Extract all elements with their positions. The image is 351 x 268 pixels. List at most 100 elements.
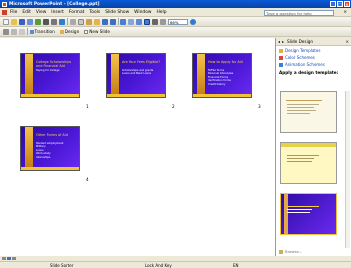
title-bar: Microsoft PowerPoint - [College.ppt] _ □… xyxy=(0,0,351,8)
transition-button[interactable]: Transition xyxy=(29,29,55,34)
menu-window[interactable]: Window xyxy=(134,10,151,15)
help-search-input[interactable]: Type a question for help xyxy=(264,9,334,16)
template-band xyxy=(281,143,336,147)
new-slide-label: New Slide xyxy=(89,29,110,34)
normal-view-icon[interactable] xyxy=(2,256,6,261)
summary-slide-icon[interactable] xyxy=(11,28,17,35)
slide-sorter-pane: College Scholarships and Financial Aid P… xyxy=(0,38,276,256)
slide-title: How to Apply for Aid xyxy=(208,60,243,64)
slide-bullet: Credit history xyxy=(208,82,226,86)
zoom-select[interactable]: 66% xyxy=(168,18,188,25)
slide-thumbnail-3[interactable]: How to Apply for Aid FAFSA forms Persona… xyxy=(192,53,252,98)
grid-icon[interactable] xyxy=(160,18,166,25)
close-button[interactable]: × xyxy=(344,1,350,7)
toolbar-separator xyxy=(117,18,118,25)
animation-schemes-label: Animation Schemes xyxy=(285,62,325,67)
design-template-thumbnail[interactable] xyxy=(280,91,337,133)
slide-thumbnail-2[interactable]: Are Your Fees Eligible? Scholarships and… xyxy=(106,53,166,98)
save-icon[interactable] xyxy=(19,18,25,25)
language-indicator: EN xyxy=(233,263,239,268)
design-template-list xyxy=(279,91,343,248)
menu-edit[interactable]: Edit xyxy=(22,10,31,15)
cut-icon[interactable] xyxy=(69,18,76,25)
email-icon[interactable] xyxy=(35,18,41,25)
slide-sorter-view-icon[interactable] xyxy=(7,256,11,261)
template-line xyxy=(287,209,312,210)
menu-slide-show[interactable]: Slide Show xyxy=(105,10,129,15)
template-line xyxy=(287,158,314,159)
template-line xyxy=(286,100,322,101)
document-icon[interactable] xyxy=(2,9,7,15)
forward-arrow-icon[interactable]: ▸ xyxy=(282,39,284,44)
design-template-thumbnail[interactable] xyxy=(280,193,337,235)
slide-accent-bar xyxy=(25,54,33,97)
pane-title: Slide Design xyxy=(287,39,314,44)
template-line xyxy=(287,161,312,162)
menu-format[interactable]: Format xyxy=(69,10,84,15)
slide-thumbnail-4[interactable]: Other Forms of Aid Student employment Mi… xyxy=(20,126,80,171)
toolbar-separator xyxy=(67,18,68,25)
menu-insert[interactable]: Insert xyxy=(51,10,64,15)
show-formatting-icon[interactable] xyxy=(152,18,158,25)
pane-close-icon[interactable]: × xyxy=(345,39,349,44)
slide-number-2: 2 xyxy=(172,104,175,109)
status-template: Lock And Key xyxy=(145,263,172,268)
print-icon[interactable] xyxy=(43,18,49,25)
apply-template-label: Apply a design template: xyxy=(279,70,339,75)
animation-schemes-link[interactable]: Animation Schemes xyxy=(279,62,351,67)
new-slide-icon xyxy=(84,29,89,34)
design-templates-link[interactable]: Design Templates xyxy=(279,48,351,53)
hide-slide-icon[interactable] xyxy=(3,28,9,35)
new-icon[interactable] xyxy=(3,18,9,25)
slide-title: Other Forms of Aid xyxy=(36,133,68,137)
standard-toolbar: 66% xyxy=(0,17,351,27)
slide-body: FAFSA forms Personal Interviews Financia… xyxy=(208,69,248,86)
template-lines xyxy=(287,104,332,116)
slide-bottom-strip xyxy=(107,94,165,97)
slide-bullet: Internships xyxy=(36,155,51,159)
print-preview-icon[interactable] xyxy=(51,18,57,25)
help-icon[interactable] xyxy=(190,18,196,25)
slide-bottom-strip xyxy=(21,167,79,170)
slide-design-pane: ◂ ▸ Slide Design × Design Templates Colo… xyxy=(276,38,351,256)
slide-body: Student employment Military Loans Work-s… xyxy=(36,142,76,159)
redo-icon[interactable] xyxy=(109,18,116,25)
pane-header: ◂ ▸ Slide Design × xyxy=(276,38,351,46)
template-line xyxy=(287,110,317,111)
maximize-button[interactable]: □ xyxy=(337,1,343,7)
document-close-icon[interactable]: × xyxy=(343,10,347,15)
status-bar: Slide Sorter Lock And Key EN xyxy=(0,261,351,268)
insert-picture-icon[interactable] xyxy=(136,18,142,25)
design-list-scrollbar[interactable] xyxy=(345,91,350,248)
insert-chart-icon[interactable] xyxy=(120,18,126,25)
menu-view[interactable]: View xyxy=(36,10,46,15)
browse-link[interactable]: Browse... xyxy=(279,249,302,254)
open-icon[interactable] xyxy=(11,18,17,25)
copy-icon[interactable] xyxy=(77,18,84,25)
paste-icon[interactable] xyxy=(85,18,92,25)
slide-number-4: 4 xyxy=(86,177,89,182)
menu-tools[interactable]: Tools xyxy=(89,10,100,15)
speaker-notes-icon[interactable] xyxy=(19,28,25,35)
design-template-thumbnail[interactable] xyxy=(280,142,337,184)
design-button[interactable]: Design xyxy=(59,29,79,34)
color-grayscale-icon[interactable] xyxy=(144,18,150,25)
permission-icon[interactable] xyxy=(27,18,33,25)
transition-label: Transition xyxy=(34,29,55,34)
new-slide-button[interactable]: New Slide xyxy=(84,29,110,34)
undo-icon[interactable] xyxy=(101,18,108,25)
color-schemes-link[interactable]: Color Schemes xyxy=(279,55,351,60)
slide-accent-bar xyxy=(25,127,33,170)
menu-file[interactable]: File xyxy=(10,10,17,15)
back-arrow-icon[interactable]: ◂ xyxy=(278,39,280,44)
minimize-button[interactable]: _ xyxy=(330,1,336,7)
spelling-icon[interactable] xyxy=(59,18,65,25)
template-line xyxy=(287,113,310,114)
color-schemes-icon xyxy=(279,55,283,60)
insert-table-icon[interactable] xyxy=(128,18,134,25)
menu-help[interactable]: Help xyxy=(156,10,166,15)
slide-show-icon[interactable] xyxy=(12,256,16,261)
format-painter-icon[interactable] xyxy=(93,18,100,25)
slide-bullet: Loans and Bank Loans xyxy=(122,72,152,76)
slide-thumbnail-1[interactable]: College Scholarships and Financial Aid P… xyxy=(20,53,80,98)
